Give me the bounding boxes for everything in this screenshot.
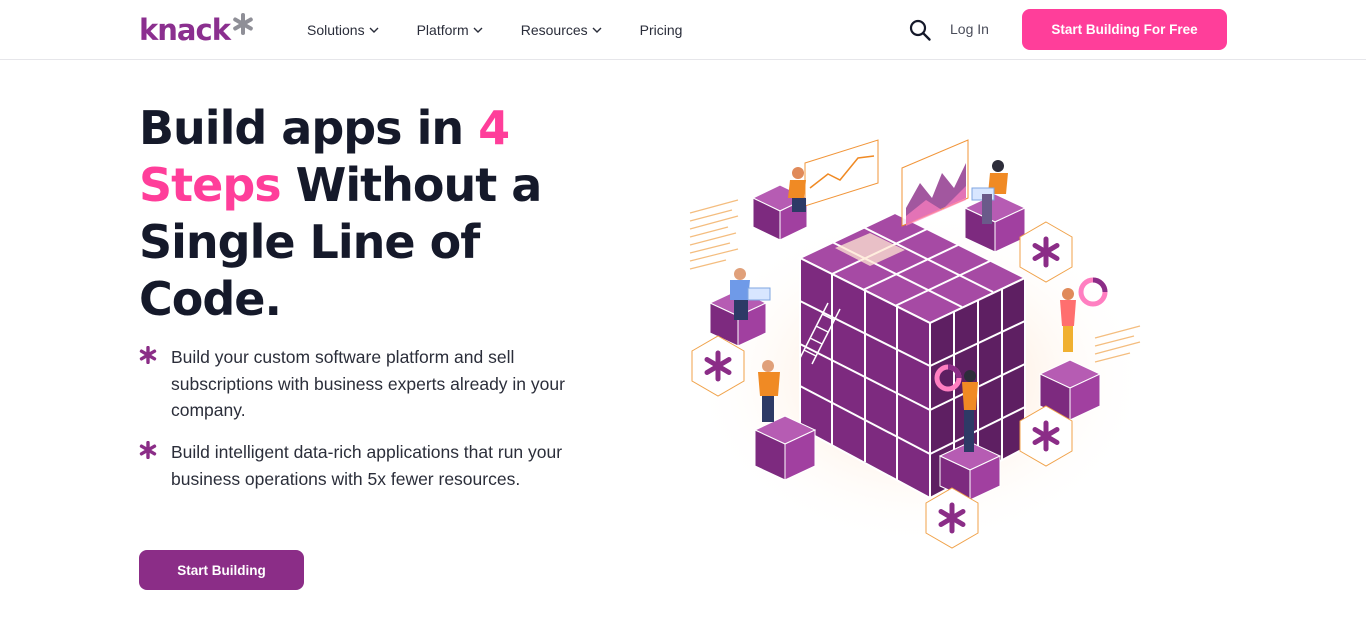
search-button[interactable]: [908, 18, 932, 42]
start-building-button[interactable]: Start Building: [139, 550, 304, 590]
chevron-down-icon: [592, 27, 602, 33]
knack-logo[interactable]: knack: [139, 12, 254, 47]
main-nav: Solutions Platform Resources Pricing: [307, 0, 720, 59]
start-building-free-button[interactable]: Start Building For Free: [1022, 9, 1227, 50]
feature-bullet: Build intelligent data-rich applications…: [139, 439, 579, 492]
isometric-cube-illustration: [680, 128, 1160, 558]
feature-bullet: Build your custom software platform and …: [139, 344, 579, 424]
login-link[interactable]: Log In: [950, 21, 989, 37]
site-header: knack Solutions Platform Resources Prici…: [0, 0, 1366, 60]
nav-label: Solutions: [307, 21, 365, 38]
nav-label: Pricing: [639, 21, 683, 38]
title-accent-number: 4: [478, 101, 510, 155]
nav-solutions[interactable]: Solutions: [307, 22, 379, 38]
chevron-down-icon: [369, 27, 379, 33]
bullet-text: Build intelligent data-rich applications…: [171, 442, 563, 489]
asterisk-icon: [232, 12, 254, 40]
logo-text: knack: [139, 13, 231, 47]
chevron-down-icon: [473, 27, 483, 33]
nav-label: Resources: [520, 21, 588, 38]
nav-resources[interactable]: Resources: [521, 22, 602, 38]
title-accent-word: Steps: [139, 158, 282, 212]
bullet-text: Build your custom software platform and …: [171, 347, 565, 420]
asterisk-icon: [139, 440, 159, 492]
search-icon: [909, 19, 931, 41]
nav-platform[interactable]: Platform: [417, 22, 483, 38]
asterisk-icon: [139, 345, 159, 424]
nav-pricing[interactable]: Pricing: [640, 22, 683, 38]
nav-label: Platform: [416, 21, 469, 38]
title-text: Build apps in: [139, 101, 479, 155]
hero-title: Build apps in 4 Steps Without a Single Li…: [139, 100, 599, 328]
